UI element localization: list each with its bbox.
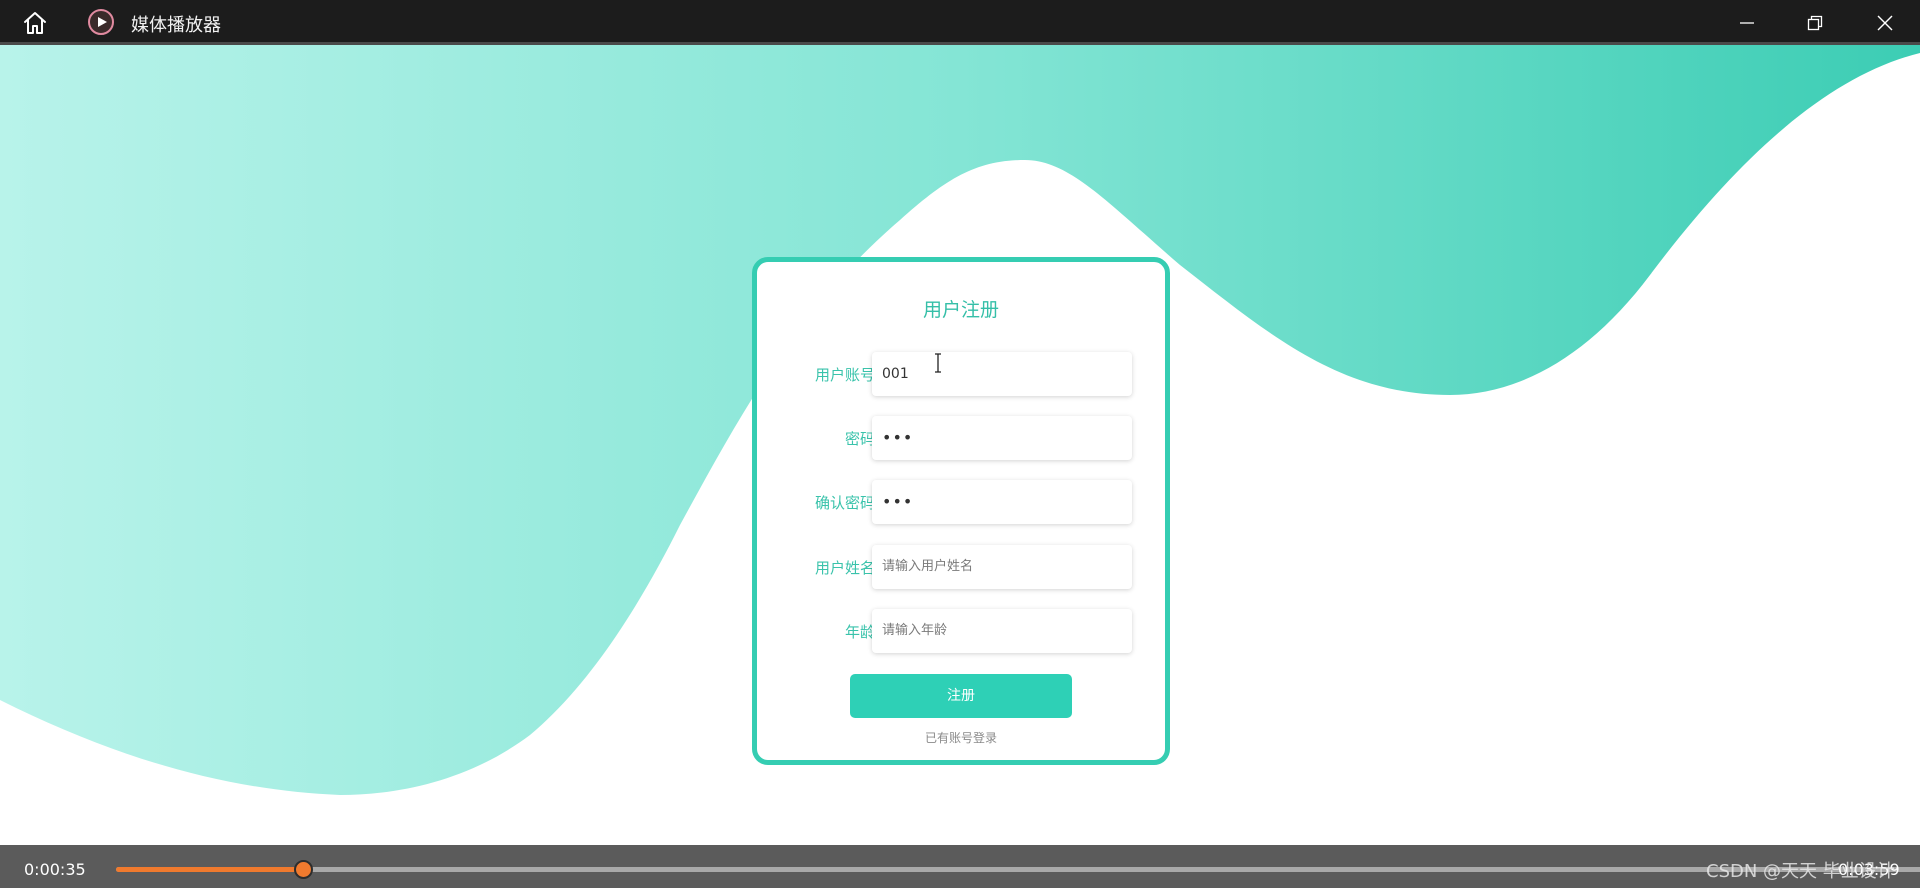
watermark: CSDN @天天 毕业设计 xyxy=(1706,861,1895,882)
player-bar: 0:00:35 0:03:59 CSDN @天天 毕业设计 xyxy=(0,845,1920,888)
text-cursor-icon xyxy=(935,353,941,373)
current-time: 0:00:35 xyxy=(24,860,86,879)
account-label: 用户账号: xyxy=(814,366,880,384)
close-icon xyxy=(1877,15,1893,31)
form-title: 用户注册 xyxy=(922,299,999,321)
seek-bar-progress xyxy=(116,867,305,872)
seek-bar-thumb[interactable] xyxy=(294,860,314,879)
field-account: 用户账号: 001 xyxy=(752,352,1170,398)
register-form: 用户注册 用户账号: 001 密码: ••• 确认密码: ••• 用户姓名: 请… xyxy=(752,257,1170,765)
window-title: 媒体播放器 xyxy=(131,15,221,36)
seek-bar[interactable] xyxy=(116,860,1920,879)
login-link[interactable]: 已有账号登录 xyxy=(752,729,1170,746)
password-input[interactable]: ••• xyxy=(872,416,1132,460)
field-age: 年龄: 请输入年龄 xyxy=(752,609,1170,655)
field-confirm-password: 确认密码: ••• xyxy=(752,480,1170,526)
minimize-button[interactable] xyxy=(1724,6,1770,40)
username-label: 用户姓名: xyxy=(814,559,880,577)
confirm-password-label: 确认密码: xyxy=(814,494,880,512)
confirm-password-input[interactable]: ••• xyxy=(872,480,1132,524)
field-username: 用户姓名: 请输入用户姓名 xyxy=(752,545,1170,591)
age-input[interactable]: 请输入年龄 xyxy=(872,609,1132,653)
username-input[interactable]: 请输入用户姓名 xyxy=(872,545,1132,589)
media-player-logo-icon xyxy=(88,9,114,35)
title-bar: 媒体播放器 xyxy=(0,0,1920,45)
restore-icon xyxy=(1807,15,1823,31)
field-password: 密码: ••• xyxy=(752,416,1170,462)
restore-button[interactable] xyxy=(1792,6,1838,40)
account-input[interactable]: 001 xyxy=(872,352,1132,396)
close-button[interactable] xyxy=(1862,6,1908,40)
register-button[interactable]: 注册 xyxy=(850,674,1072,718)
home-icon[interactable] xyxy=(22,10,48,36)
minimize-icon xyxy=(1740,22,1754,24)
